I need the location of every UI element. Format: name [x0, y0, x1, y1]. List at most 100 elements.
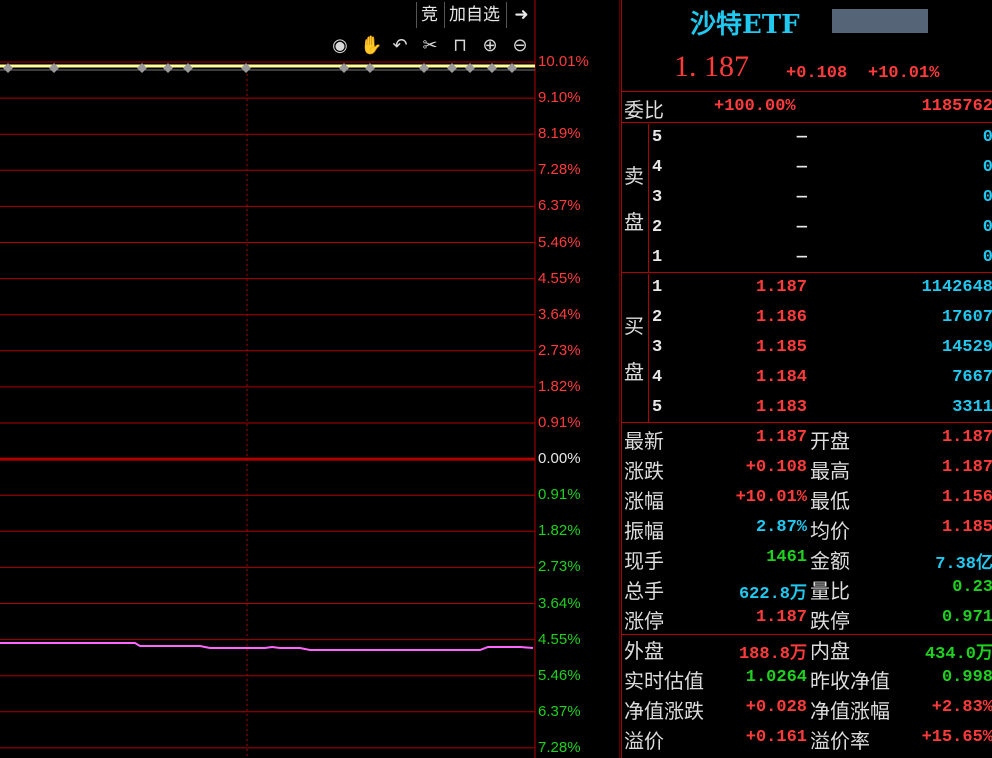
stat-row: 净值涨跌 +0.028 净值涨幅 +2.83% — [622, 694, 992, 724]
stat-row: 外盘 188.8万 内盘 434.0万 — [622, 634, 992, 664]
stat-row: 涨跌 +0.108 最高 1.187 — [622, 454, 992, 484]
undo-icon[interactable]: ↶ — [390, 36, 410, 56]
arrow-right-bar-icon: ➜ — [514, 5, 529, 25]
stat-label: 涨跌 — [624, 459, 664, 483]
last-price: 1. 187 — [674, 50, 749, 83]
level-price: — — [796, 248, 807, 267]
sell-level-row[interactable]: 4 — 0 — [622, 154, 992, 184]
stat-label: 总手 — [624, 579, 664, 603]
sell-level-row[interactable]: 2 — 0 — [622, 214, 992, 244]
stat-value: 1.0264 — [745, 668, 807, 687]
level-number: 2 — [652, 218, 663, 237]
axis-label-up-3: 7.28% — [538, 161, 581, 179]
level-number: 1 — [652, 248, 663, 267]
stat-value: 1.187 — [941, 428, 992, 447]
level-price: 1.184 — [755, 368, 807, 387]
level-number: 4 — [652, 368, 663, 387]
stat-row: 最新 1.187 开盘 1.187 — [622, 424, 992, 454]
axis-label-up-9: 1.82% — [538, 377, 581, 395]
level-volume: 0 — [982, 158, 992, 177]
stat-label: 现手 — [624, 549, 664, 573]
stat-row: 溢价 +0.161 溢价率 +15.65% — [622, 724, 992, 754]
level-volume: 1142648 — [921, 278, 992, 297]
axis-label-down-0: 0.91% — [538, 486, 581, 504]
hand-icon[interactable]: ✋ — [360, 36, 382, 56]
stat-row: 振幅 2.87% 均价 1.185 — [622, 514, 992, 544]
axis-label-up-4: 6.37% — [538, 197, 581, 215]
axis-label-down-1: 1.82% — [538, 522, 581, 540]
zoom-in-icon[interactable]: ⊕ — [480, 36, 500, 56]
buy-level-row[interactable]: 1 1.187 1142648 — [622, 274, 992, 304]
stat-label: 最高 — [810, 459, 850, 483]
stat-label: 溢价率 — [810, 729, 870, 753]
stat-label: 量比 — [810, 579, 850, 603]
axis-label-up-1: 9.10% — [538, 89, 581, 107]
level-number: 3 — [652, 338, 663, 357]
volume-ratio-line — [0, 642, 534, 651]
stat-value: +0.161 — [745, 728, 807, 747]
axis-label-down-3: 3.64% — [538, 594, 581, 612]
sell-level-row[interactable]: 1 — 0 — [622, 244, 992, 274]
stat-value: 188.8万 — [738, 645, 807, 664]
lock-icon[interactable]: ⊓ — [450, 36, 470, 56]
axis-label-down-6: 6.37% — [538, 702, 581, 720]
stat-row: 实时估值 1.0264 昨收净值 0.998 — [622, 664, 992, 694]
add-watchlist-button[interactable]: 加自选 — [444, 2, 506, 28]
stat-row: 现手 1461 金额 7.38亿 — [622, 544, 992, 574]
bid-button[interactable]: 竞 — [416, 2, 444, 28]
level-price: 1.186 — [755, 308, 807, 327]
level-volume: 3311 — [952, 398, 992, 417]
stat-value: 1.156 — [941, 488, 992, 507]
level-number: 5 — [652, 398, 663, 417]
stat-value: +2.83% — [931, 698, 992, 717]
level-price: — — [796, 188, 807, 207]
stat-label: 外盘 — [624, 639, 664, 663]
level-volume: 14529 — [941, 338, 992, 357]
stat-label: 振幅 — [624, 519, 664, 543]
stat-label: 溢价 — [624, 729, 664, 753]
buy-level-row[interactable]: 4 1.184 7667 — [622, 364, 992, 394]
zoom-out-icon[interactable]: ⊖ — [510, 36, 530, 56]
stat-value: 1461 — [766, 548, 807, 567]
stat-label: 开盘 — [810, 429, 850, 453]
exit-button[interactable]: ➜ — [506, 2, 536, 28]
blurred-code — [832, 9, 928, 33]
scissors-icon[interactable]: ✂ — [420, 36, 440, 56]
stat-value: 0.998 — [941, 668, 992, 687]
price-change-pct: +10.01% — [868, 64, 940, 83]
level-volume: 0 — [982, 188, 992, 207]
buy-level-row[interactable]: 3 1.185 14529 — [622, 334, 992, 364]
stat-value: 0.971 — [941, 608, 992, 627]
stat-label: 跌停 — [810, 609, 850, 633]
buy-level-row[interactable]: 2 1.186 17607 — [622, 304, 992, 334]
price-change: +0.108 — [786, 64, 848, 83]
level-volume: 0 — [982, 218, 992, 237]
level-number: 1 — [652, 278, 663, 297]
level-price: — — [796, 218, 807, 237]
level-number: 4 — [652, 158, 663, 177]
stat-label: 最新 — [624, 429, 664, 453]
axis-label-down-5: 5.46% — [538, 666, 581, 684]
level-price: 1.185 — [755, 338, 807, 357]
chart-canvas — [0, 0, 620, 758]
level-volume: 0 — [982, 128, 992, 147]
axis-label-down-7: 7.28% — [538, 738, 581, 756]
sell-level-row[interactable]: 5 — 0 — [622, 124, 992, 154]
axis-label-down-4: 4.55% — [538, 630, 581, 648]
stat-row: 涨停 1.187 跌停 0.971 — [622, 604, 992, 634]
stat-label: 均价 — [810, 519, 850, 543]
stat-value: +0.028 — [745, 698, 807, 717]
eye-icon[interactable]: ◉ — [330, 36, 350, 56]
sell-level-row[interactable]: 3 — 0 — [622, 184, 992, 214]
stat-row: 总手 622.8万 量比 0.23 — [622, 574, 992, 604]
commission-ratio-label: 委比 — [624, 98, 664, 122]
axis-label-up-10: 0.91% — [538, 414, 581, 431]
axis-label-up-7: 3.64% — [538, 305, 581, 323]
stat-value: +10.01% — [735, 488, 807, 507]
buy-level-row[interactable]: 5 1.183 3311 — [622, 394, 992, 424]
stat-value: +15.65% — [921, 728, 992, 747]
stat-value: 0.23 — [952, 578, 992, 597]
stat-label: 实时估值 — [624, 669, 704, 693]
stat-value: 7.38亿 — [935, 555, 992, 574]
intraday-chart[interactable]: 竞 加自选 ➜ ◉ ✋ ↶ ✂ ⊓ ⊕ ⊖ 10.01% 9.10% 8.19% 7.… — [0, 0, 620, 758]
